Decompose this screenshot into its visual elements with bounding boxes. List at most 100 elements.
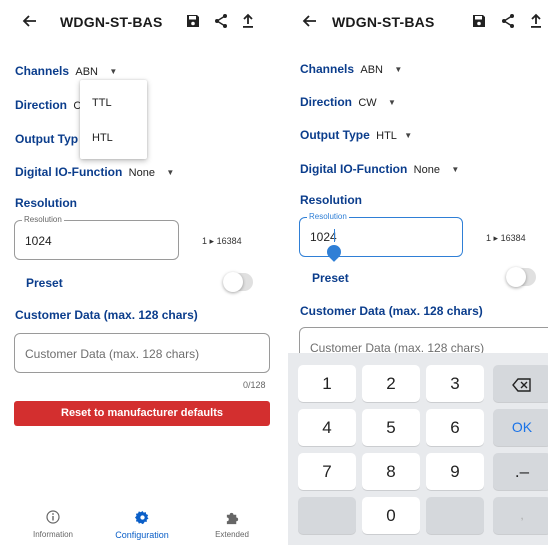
backspace-icon (512, 374, 532, 393)
output-type-row[interactable]: Output Type HTL ▼ (300, 128, 412, 142)
digital-io-label: Digital IO-Function (300, 162, 408, 176)
nav-information[interactable]: Information (18, 510, 88, 539)
customer-data-placeholder: Customer Data (max. 128 chars) (25, 347, 200, 361)
resolution-field-label: Resolution (22, 215, 64, 224)
toggle-knob (506, 267, 526, 287)
output-type-row[interactable]: Output Typ (15, 132, 78, 146)
bottom-navigation: Information Configuration Extended (0, 506, 278, 545)
preset-label: Preset (26, 276, 63, 290)
output-type-value: HTL (376, 130, 397, 142)
customer-data-input[interactable]: Customer Data (max. 128 chars) (14, 333, 270, 373)
resolution-value: 1024 (310, 230, 337, 244)
range-min: 1 (202, 236, 208, 246)
page-title: WDGN-ST-BAS (60, 14, 163, 30)
upload-icon[interactable] (528, 13, 544, 29)
nav-configuration[interactable]: Configuration (107, 510, 177, 540)
customer-data-heading: Customer Data (max. 128 chars) (300, 304, 483, 318)
resolution-heading: Resolution (15, 196, 77, 210)
channels-row[interactable]: Channels ABN ▼ (300, 62, 402, 76)
chevron-down-icon: ▼ (109, 67, 118, 76)
key-9[interactable]: 9 (426, 453, 484, 490)
direction-label: Direction (300, 95, 353, 109)
key-5[interactable]: 5 (362, 409, 420, 446)
numeric-keyboard: 1 2 3 4 5 6 OK 7 8 9 .– 0 , (288, 353, 548, 545)
direction-label: Direction (15, 98, 68, 112)
channels-value: ABN (360, 64, 383, 76)
key-6[interactable]: 6 (426, 409, 484, 446)
key-1[interactable]: 1 (298, 365, 356, 402)
direction-dropdown-menu: TTL HTL (80, 80, 147, 159)
preset-toggle[interactable] (223, 272, 253, 292)
resolution-input[interactable]: Resolution 1024 (299, 212, 463, 257)
direction-value: CW (358, 97, 377, 109)
app-bar: WDGN-ST-BAS (288, 0, 548, 44)
preset-toggle[interactable] (506, 267, 536, 287)
digital-io-value: None (128, 167, 155, 179)
digital-io-value: None (413, 164, 440, 176)
backspace-key[interactable] (493, 365, 548, 402)
blank-key-left (298, 497, 356, 534)
digital-io-row[interactable]: Digital IO-Function None ▼ (15, 165, 174, 179)
chevron-down-icon: ▼ (394, 65, 403, 74)
channels-row[interactable]: Channels ABN ▼ (15, 64, 117, 78)
range-max: 16384 (216, 236, 242, 246)
resolution-range: 1 ▸ 16384 (202, 236, 242, 247)
toggle-knob (223, 272, 243, 292)
comma-key[interactable]: , (493, 497, 548, 534)
key-3[interactable]: 3 (426, 365, 484, 402)
back-arrow-icon[interactable] (22, 13, 40, 31)
key-7[interactable]: 7 (298, 453, 356, 490)
key-0[interactable]: 0 (362, 497, 420, 534)
character-counter: 0/128 (243, 380, 266, 390)
direction-row[interactable]: Direction C (15, 98, 81, 112)
chevron-down-icon: ▼ (451, 165, 460, 174)
puzzle-icon (197, 510, 267, 528)
nav-label: Configuration (115, 530, 169, 540)
customer-data-heading: Customer Data (max. 128 chars) (15, 308, 198, 322)
share-icon[interactable] (500, 13, 516, 29)
chevron-down-icon: ▼ (166, 168, 175, 177)
digital-io-row[interactable]: Digital IO-Function None ▼ (300, 162, 459, 176)
output-type-label: Output Type (300, 128, 370, 142)
channels-label: Channels (300, 62, 355, 76)
page-title: WDGN-ST-BAS (332, 14, 435, 30)
save-icon[interactable] (471, 13, 487, 29)
key-4[interactable]: 4 (298, 409, 356, 446)
channels-label: Channels (15, 64, 70, 78)
resolution-value: 1024 (25, 234, 52, 248)
back-arrow-icon[interactable] (302, 13, 320, 31)
dropdown-option-ttl[interactable]: TTL (92, 97, 112, 109)
save-icon[interactable] (185, 13, 201, 29)
nav-label: Information (32, 530, 74, 539)
key-8[interactable]: 8 (362, 453, 420, 490)
resolution-heading: Resolution (300, 193, 362, 207)
key-2[interactable]: 2 (362, 365, 420, 402)
left-screen: WDGN-ST-BAS Channels ABN ▼ Direction C O… (0, 0, 278, 545)
share-icon[interactable] (213, 13, 229, 29)
resolution-range: 1 ▸ 16384 (486, 233, 526, 244)
text-cursor (334, 229, 335, 242)
nav-label: Extended (215, 530, 249, 539)
dot-dash-key[interactable]: .– (493, 453, 548, 490)
channels-value: ABN (75, 66, 98, 78)
reset-defaults-button[interactable]: Reset to manufacturer defaults (14, 401, 270, 426)
chevron-down-icon: ▼ (404, 131, 413, 140)
dropdown-option-htl[interactable]: HTL (92, 132, 113, 144)
resolution-field-label: Resolution (307, 212, 349, 221)
chevron-down-icon: ▼ (388, 98, 396, 107)
ok-key[interactable]: OK (493, 409, 548, 446)
right-screen: WDGN-ST-BAS Channels ABN ▼ Direction CW … (288, 0, 548, 545)
info-icon (18, 510, 88, 528)
output-type-label: Output Typ (15, 132, 79, 146)
preset-label: Preset (312, 271, 349, 285)
nav-extended[interactable]: Extended (197, 510, 267, 539)
direction-row[interactable]: Direction CW ▼ (300, 95, 396, 109)
range-arrow-icon: ▸ (493, 233, 499, 243)
resolution-input[interactable]: Resolution 1024 (14, 215, 179, 260)
blank-key-right (426, 497, 484, 534)
range-max: 16384 (500, 233, 526, 243)
app-bar: WDGN-ST-BAS (0, 0, 278, 44)
gear-icon (107, 510, 177, 528)
upload-icon[interactable] (240, 13, 256, 29)
range-min: 1 (486, 233, 492, 243)
